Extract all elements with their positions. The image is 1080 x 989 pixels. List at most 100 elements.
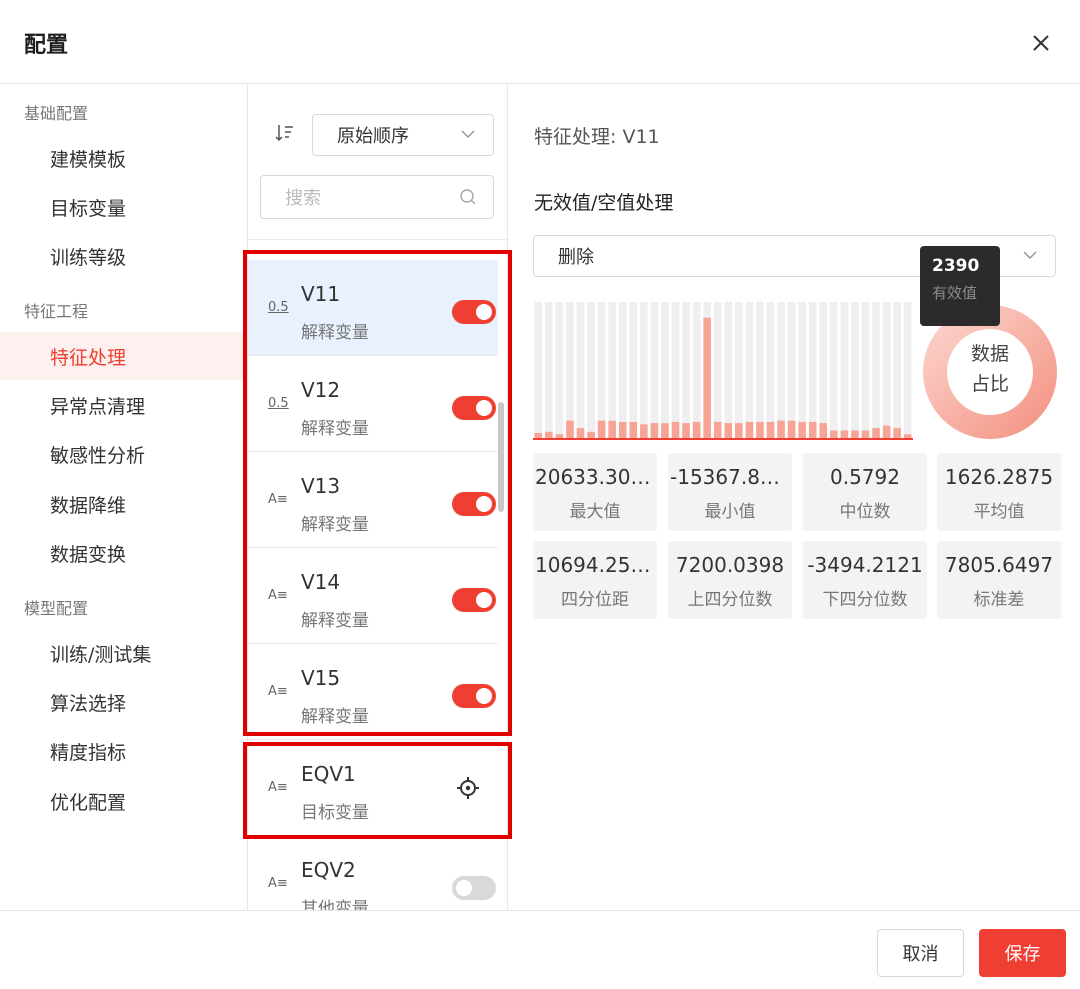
stat-card: 1626.2875 平均值 [937,453,1061,531]
histogram-bar [576,428,585,438]
search-icon [460,189,476,205]
stat-label: 上四分位数 [687,590,773,610]
donut-label-line2: 占比 [970,373,1009,395]
config-dialog: 配置 基础配置 建模模板 目标变量 训练等级 特征工程 特征处理 异常点清理 敏… [0,0,1080,989]
histogram-bar-bg [545,302,553,438]
cancel-button[interactable]: 取消 [877,929,964,977]
nav-item-target-variable[interactable]: 目标变量 [0,183,243,231]
histogram-bar [566,420,574,438]
nav-item-template[interactable]: 建模模板 [0,134,243,182]
nav-item-train-test[interactable]: 训练/测试集 [0,629,243,677]
list-item[interactable]: A≡ EQV2 其他变量 [248,836,498,910]
tooltip-label: 有效值 [932,284,978,302]
stat-label: 最大值 [569,502,621,522]
stat-label: 中位数 [839,502,891,522]
nav-item-outlier-cleaning[interactable]: 异常点清理 [0,381,243,429]
numeric-type-icon: 0.5 [268,300,289,315]
enable-toggle[interactable] [452,492,496,516]
search-input[interactable]: 搜索 [260,175,494,219]
donut-label-line1: 数据 [970,343,1009,365]
histogram-bar [861,430,870,438]
nav-item-algorithm[interactable]: 算法选择 [0,678,243,726]
stat-label: 四分位距 [561,590,629,610]
stat-value: -15367.82… [670,465,792,489]
histogram-bar [555,434,564,438]
stat-card: 10694.2518 四分位距 [533,541,657,619]
histogram-bar-bg [608,302,616,438]
list-item[interactable]: A≡ V15 解释变量 [248,644,498,740]
histogram-bar-bg [882,302,891,438]
histogram-bar-bg [534,302,543,438]
variable-name: V11 [301,282,341,306]
stat-value: 20633.3060 [535,465,656,489]
variable-name: V12 [301,378,341,402]
enable-toggle[interactable] [452,684,496,708]
stat-value: 10694.2518 [535,553,656,577]
list-item[interactable]: A≡ EQV1 目标变量 [248,740,498,836]
histogram-bar [650,423,659,438]
list-item[interactable]: 0.5 V12 解释变量 [248,356,498,452]
histogram-bar-bg [661,302,669,438]
stat-label: 标准差 [973,590,1025,610]
histogram-bar [851,430,859,438]
histogram-bar [640,424,648,438]
numeric-type-icon: 0.5 [268,396,289,411]
variable-list-panel: 原始顺序 搜索 0.5 V11 解释变量 0.5 V12 解释变量 A≡ V13… [248,84,508,910]
sort-order-select[interactable]: 原始顺序 [312,114,494,156]
list-scrollbar[interactable] [498,402,504,512]
histogram-bar-bg [777,302,785,438]
nav-item-feature-processing[interactable]: 特征处理 [0,332,243,380]
close-icon[interactable] [1026,28,1056,58]
histogram-bar [787,420,796,438]
dialog-header: 配置 [0,0,1080,84]
stat-card: 7805.6497 标准差 [937,541,1061,619]
histogram-bar-bg [724,302,733,438]
nav-item-optimization[interactable]: 优化配置 [0,777,243,825]
variable-role: 解释变量 [301,515,369,535]
histogram-bar [872,428,880,438]
text-type-icon: A≡ [268,876,288,891]
text-type-icon: A≡ [268,492,288,507]
stat-value: -3494.2121 [807,553,923,577]
histogram-bar-bg [861,302,870,438]
variable-name: V14 [301,570,341,594]
text-type-icon: A≡ [268,588,288,603]
save-button[interactable]: 保存 [979,929,1066,977]
histogram-bar [766,421,775,438]
histogram-bar-bg [587,302,595,438]
nav-item-dim-reduction[interactable]: 数据降维 [0,480,243,528]
nav-item-accuracy[interactable]: 精度指标 [0,727,243,775]
enable-toggle[interactable] [452,588,496,612]
variable-name: EQV2 [301,858,356,882]
enable-toggle[interactable] [452,876,496,900]
list-item[interactable]: A≡ V13 解释变量 [248,452,498,548]
enable-toggle[interactable] [452,300,496,324]
tooltip-value: 2390 [932,256,980,276]
feature-detail-panel: 特征处理: V11 无效值/空值处理 删除 数据 占比 2390 有效值 206… [508,84,1080,910]
nav-group-feature-engineering: 特征工程 [24,302,89,321]
nav-item-sensitivity[interactable]: 敏感性分析 [0,430,243,478]
enable-toggle[interactable] [452,396,496,420]
chevron-down-icon [461,130,475,139]
stat-label: 最小值 [704,502,756,522]
variable-role: 其他变量 [301,899,369,910]
histogram-bar [618,421,627,438]
histogram-bar [840,430,849,438]
variable-name: V13 [301,474,341,498]
chevron-down-icon [1023,251,1037,260]
stat-card: 7200.0398 上四分位数 [668,541,792,619]
target-icon[interactable] [456,776,480,800]
nav-item-transform[interactable]: 数据变换 [0,529,243,577]
nav-item-training-level[interactable]: 训练等级 [0,232,243,280]
list-item[interactable]: A≡ V14 解释变量 [248,548,498,644]
stat-label: 下四分位数 [822,590,908,610]
sidebar-nav: 基础配置 建模模板 目标变量 训练等级 特征工程 特征处理 异常点清理 敏感性分… [0,84,248,910]
variable-role: 解释变量 [301,419,369,439]
histogram-bar [893,428,901,438]
sort-icon[interactable] [274,122,296,144]
stat-value: 0.5792 [830,465,900,489]
histogram-bar-bg [629,302,638,438]
list-item[interactable]: 0.5 V11 解释变量 [248,260,498,356]
variable-name: V15 [301,666,341,690]
sort-order-value: 原始顺序 [337,126,409,147]
